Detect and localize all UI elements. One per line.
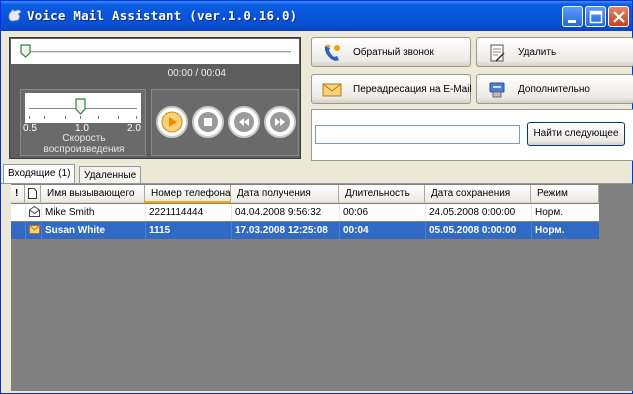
app-window: Voice Mail Assistant (ver.1.0.16.0) 00:0…: [0, 0, 633, 394]
more-button[interactable]: Дополнительно: [476, 74, 633, 104]
minimize-icon: [568, 20, 576, 23]
table-row[interactable]: Mike Smith 2221114444 04.04.2008 9:56:32…: [11, 204, 599, 221]
table-row-selected[interactable]: Susan White 1115 17.03.2008 12:25:08 00:…: [11, 222, 599, 239]
title-bar[interactable]: Voice Mail Assistant (ver.1.0.16.0): [1, 1, 632, 31]
forward-button[interactable]: [264, 106, 296, 138]
cell-saved: 24.05.2008 0:00:00: [429, 207, 516, 218]
cell-phone: 1115: [149, 225, 171, 236]
player-panel: 00:00 / 00:04 0.5 1.0 2.0 Скорость воспр…: [9, 37, 301, 159]
find-next-button[interactable]: Найти следующее: [527, 122, 625, 146]
cell-caller: Mike Smith: [45, 207, 95, 218]
forward-email-button[interactable]: Переадресация на E-Mail: [311, 74, 472, 104]
header-type[interactable]: [25, 185, 41, 203]
document-icon: [28, 188, 37, 199]
seek-bar[interactable]: [11, 39, 299, 64]
forward-icon: [270, 112, 290, 132]
close-button[interactable]: [608, 6, 629, 27]
header-caller[interactable]: Имя вызывающего: [41, 185, 145, 203]
time-display: 00:00 / 00:04: [167, 68, 226, 79]
window-title: Voice Mail Assistant (ver.1.0.16.0): [27, 8, 298, 23]
header-flag[interactable]: !: [11, 185, 25, 203]
cell-duration: 00:06: [343, 207, 369, 218]
speed-slider[interactable]: [25, 93, 141, 123]
cell-mode: Норм.: [535, 207, 563, 218]
delete-document-icon: [490, 44, 505, 62]
callback-button[interactable]: Обратный звонок: [311, 37, 471, 67]
header-duration[interactable]: Длительность: [339, 185, 425, 203]
stop-button[interactable]: [192, 106, 224, 138]
table-header: ! Имя вызывающего Номер телефона Дата по…: [11, 185, 599, 203]
maximize-button[interactable]: [585, 6, 606, 27]
envelope-closed-icon: [29, 222, 40, 239]
seek-track: [25, 51, 291, 53]
cell-phone: 2221114444: [149, 207, 204, 218]
search-panel: Найти следующее: [311, 109, 633, 161]
maximize-icon: [589, 10, 603, 24]
messages-table: ! Имя вызывающего Номер телефона Дата по…: [11, 184, 633, 391]
app-logo-icon: [7, 8, 23, 24]
cell-caller: Susan White: [45, 225, 106, 236]
cell-saved: 05.05.2008 0:00:00: [429, 225, 517, 236]
cell-duration: 00:04: [343, 225, 369, 236]
close-icon: [613, 11, 625, 23]
cell-received: 04.04.2008 9:56:32: [235, 207, 322, 218]
minimize-button[interactable]: [562, 6, 583, 27]
cell-received: 17.03.2008 12:25:08: [235, 225, 328, 236]
speed-caption: Скорость воспроизведения: [43, 133, 125, 155]
more-options-icon: [489, 82, 505, 98]
phone-callback-icon: [324, 44, 340, 61]
header-saved[interactable]: Дата сохранения: [425, 185, 531, 203]
tab-inbox[interactable]: Входящие (1): [3, 164, 76, 184]
play-button[interactable]: [156, 106, 188, 138]
header-received[interactable]: Дата получения: [231, 185, 339, 203]
delete-button[interactable]: Удалить: [476, 37, 633, 67]
header-phone[interactable]: Номер телефона: [145, 185, 231, 203]
envelope-open-icon: [29, 204, 40, 221]
rewind-button[interactable]: [228, 106, 260, 138]
tab-strip: Входящие (1) Удаленные: [1, 164, 632, 184]
seek-thumb[interactable]: [20, 44, 31, 58]
search-input[interactable]: [315, 125, 520, 144]
envelope-icon: [322, 83, 342, 97]
speed-control: 0.5 1.0 2.0 Скорость воспроизведения: [20, 89, 146, 156]
cell-mode: Норм.: [535, 225, 565, 236]
stop-icon: [198, 112, 218, 132]
header-mode[interactable]: Режим: [531, 185, 599, 203]
rewind-icon: [234, 112, 254, 132]
play-icon: [161, 111, 183, 133]
speed-thumb[interactable]: [75, 98, 86, 115]
tab-deleted[interactable]: Удаленные: [79, 166, 142, 184]
playback-controls: [151, 89, 299, 156]
